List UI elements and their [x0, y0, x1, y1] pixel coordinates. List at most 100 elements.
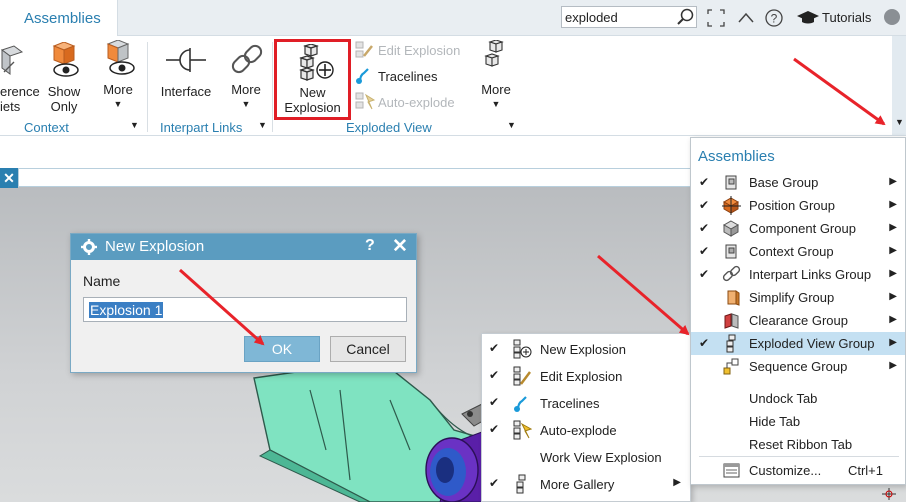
menu-item-simplify-group[interactable]: Simplify Group ▶ — [691, 286, 905, 309]
submenu-arrow-icon: ▶ — [889, 176, 897, 187]
menu-item-label: Reset Ribbon Tab — [749, 437, 853, 452]
more-context-icon[interactable] — [100, 40, 138, 78]
reference-sets-icon[interactable] — [0, 44, 24, 78]
more-exploded-icon[interactable] — [480, 40, 510, 78]
help-icon[interactable]: ? — [764, 8, 784, 28]
more-interpart-button[interactable]: More ▼ — [224, 82, 268, 112]
show-only-icon[interactable] — [44, 42, 82, 80]
menu-item-label: Interpart Links Group — [749, 267, 872, 282]
sequence-group-icon — [723, 358, 739, 375]
context-group-label: Context — [24, 120, 69, 135]
tracelines-button[interactable]: Tracelines — [378, 69, 437, 84]
ribbon-separator — [147, 42, 148, 132]
auto-explode-icon[interactable] — [354, 91, 376, 111]
interface-icon[interactable] — [166, 44, 206, 76]
menu-item-interpart-links-group[interactable]: ✔ Interpart Links Group ▶ — [691, 263, 905, 286]
submenu-arrow-icon: ▶ — [889, 337, 897, 348]
exploded-group-dropdown-icon[interactable]: ▼ — [507, 120, 516, 130]
interpart-group-label: Interpart Links — [160, 120, 243, 135]
more-exploded-button[interactable]: More ▼ — [474, 82, 518, 112]
checkmark-icon: ✔ — [489, 422, 500, 436]
cancel-button[interactable]: Cancel — [330, 336, 406, 362]
menu-item-sequence-group[interactable]: Sequence Group ▶ — [691, 355, 905, 378]
chevron-down-icon: ▼ — [113, 99, 123, 109]
submenu-arrow-icon: ▶ — [889, 245, 897, 256]
checkmark-icon: ✔ — [699, 175, 710, 189]
menu-item-tracelines[interactable]: ✔ Tracelines — [482, 390, 690, 417]
submenu-arrow-icon: ▶ — [889, 268, 897, 279]
menu-item-label: More Gallery — [540, 477, 615, 492]
menu-item-label: Clearance Group — [749, 313, 848, 328]
fullscreen-icon[interactable] — [706, 8, 726, 28]
exploded-view-group-icon — [726, 334, 736, 353]
menu-item-label: Work View Explosion — [540, 450, 662, 465]
menu-item-work-view-explosion[interactable]: Work View Explosion — [482, 444, 690, 471]
new-explosion-button[interactable]: New Explosion — [274, 39, 351, 120]
menu-item-reset-ribbon-tab[interactable]: Reset Ribbon Tab — [691, 433, 905, 456]
tracelines-icon — [514, 396, 527, 412]
menu-item-customize[interactable]: Customize... Ctrl+1 — [691, 459, 905, 482]
name-label: Name — [83, 273, 121, 289]
checkmark-icon: ✔ — [489, 368, 500, 382]
search-icon[interactable] — [676, 7, 696, 27]
interface-button[interactable]: Interface — [158, 84, 214, 99]
dialog-title: New Explosion — [105, 238, 205, 255]
assemblies-customize-menu: Assemblies ✔ Base Group ▶ ✔ Position Gro… — [690, 137, 906, 485]
edit-explosion-icon[interactable] — [354, 40, 374, 60]
dialog-help-icon[interactable]: ? — [365, 237, 375, 255]
menu-item-hide-tab[interactable]: Hide Tab — [691, 410, 905, 433]
more-gallery-icon — [516, 474, 526, 494]
ribbon-separator — [272, 42, 273, 132]
ok-button[interactable]: OK — [244, 336, 320, 362]
menu-item-base-group[interactable]: ✔ Base Group ▶ — [691, 171, 905, 194]
menu-item-label: Exploded View Group — [749, 336, 875, 351]
menu-item-new-explosion[interactable]: ✔ New Explosion — [482, 336, 690, 363]
exploded-gallery-menu: ✔ New Explosion ✔ Edit Explosion ✔ Trace… — [481, 333, 691, 502]
tab-assemblies[interactable]: Assemblies — [0, 0, 118, 37]
menu-item-position-group[interactable]: ✔ Position Group ▶ — [691, 194, 905, 217]
menu-item-label: Auto-explode — [540, 423, 617, 438]
dialog-title-bar[interactable]: New Explosion ? ✕ — [71, 234, 416, 260]
checkmark-icon: ✔ — [699, 336, 710, 350]
status-indicator — [884, 9, 900, 25]
checkmark-icon: ✔ — [699, 198, 710, 212]
more-context-button[interactable]: More ▼ — [96, 82, 140, 112]
name-input-value: Explosion 1 — [89, 302, 164, 318]
checkmark-icon: ✔ — [489, 476, 500, 490]
tutorials-link[interactable]: Tutorials — [822, 10, 871, 25]
dialog-close-icon[interactable]: ✕ — [392, 235, 408, 258]
show-only-button[interactable]: Show Only — [40, 84, 88, 114]
auto-explode-button[interactable]: Auto-explode — [378, 95, 455, 110]
interpart-group-dropdown-icon[interactable]: ▼ — [258, 120, 267, 130]
menu-item-component-group[interactable]: ✔ Component Group ▶ — [691, 217, 905, 240]
menu-item-label: Position Group — [749, 198, 835, 213]
link-icon[interactable] — [228, 40, 266, 80]
menu-item-auto-explode[interactable]: ✔ Auto-explode — [482, 417, 690, 444]
graduation-cap-icon[interactable] — [796, 10, 820, 26]
new-explosion-icon — [513, 339, 532, 359]
reference-sets-label[interactable]: erence iets — [0, 84, 40, 114]
menu-item-label: Edit Explosion — [540, 369, 623, 384]
ribbon-options-arrow-icon[interactable]: ▼ — [895, 117, 904, 127]
checkmark-icon: ✔ — [699, 267, 710, 281]
edit-explosion-button[interactable]: Edit Explosion — [378, 43, 460, 58]
collapse-ribbon-icon[interactable] — [736, 8, 756, 28]
shortcut-label: Ctrl+1 — [847, 463, 883, 478]
position-group-icon — [722, 196, 741, 215]
submenu-arrow-icon: ▶ — [889, 314, 897, 325]
menu-item-undock-tab[interactable]: Undock Tab — [691, 387, 905, 410]
menu-item-context-group[interactable]: ✔ Context Group ▶ — [691, 240, 905, 263]
new-explosion-label: New Explosion — [284, 85, 341, 115]
submenu-arrow-icon: ▶ — [673, 477, 681, 488]
close-part-tab-icon[interactable]: ✕ — [0, 168, 18, 188]
name-input[interactable]: Explosion 1 — [83, 297, 407, 322]
menu-item-more-gallery[interactable]: ✔ More Gallery ▶ — [482, 471, 690, 498]
simplify-group-icon — [727, 290, 740, 306]
menu-item-clearance-group[interactable]: Clearance Group ▶ — [691, 309, 905, 332]
menu-item-exploded-view-group[interactable]: ✔ Exploded View Group ▶ — [691, 332, 905, 355]
tracelines-icon[interactable] — [354, 65, 374, 85]
menu-item-edit-explosion[interactable]: ✔ Edit Explosion — [482, 363, 690, 390]
customize-icon — [723, 463, 740, 478]
search-input[interactable] — [565, 9, 673, 25]
context-group-dropdown-icon[interactable]: ▼ — [130, 120, 139, 130]
